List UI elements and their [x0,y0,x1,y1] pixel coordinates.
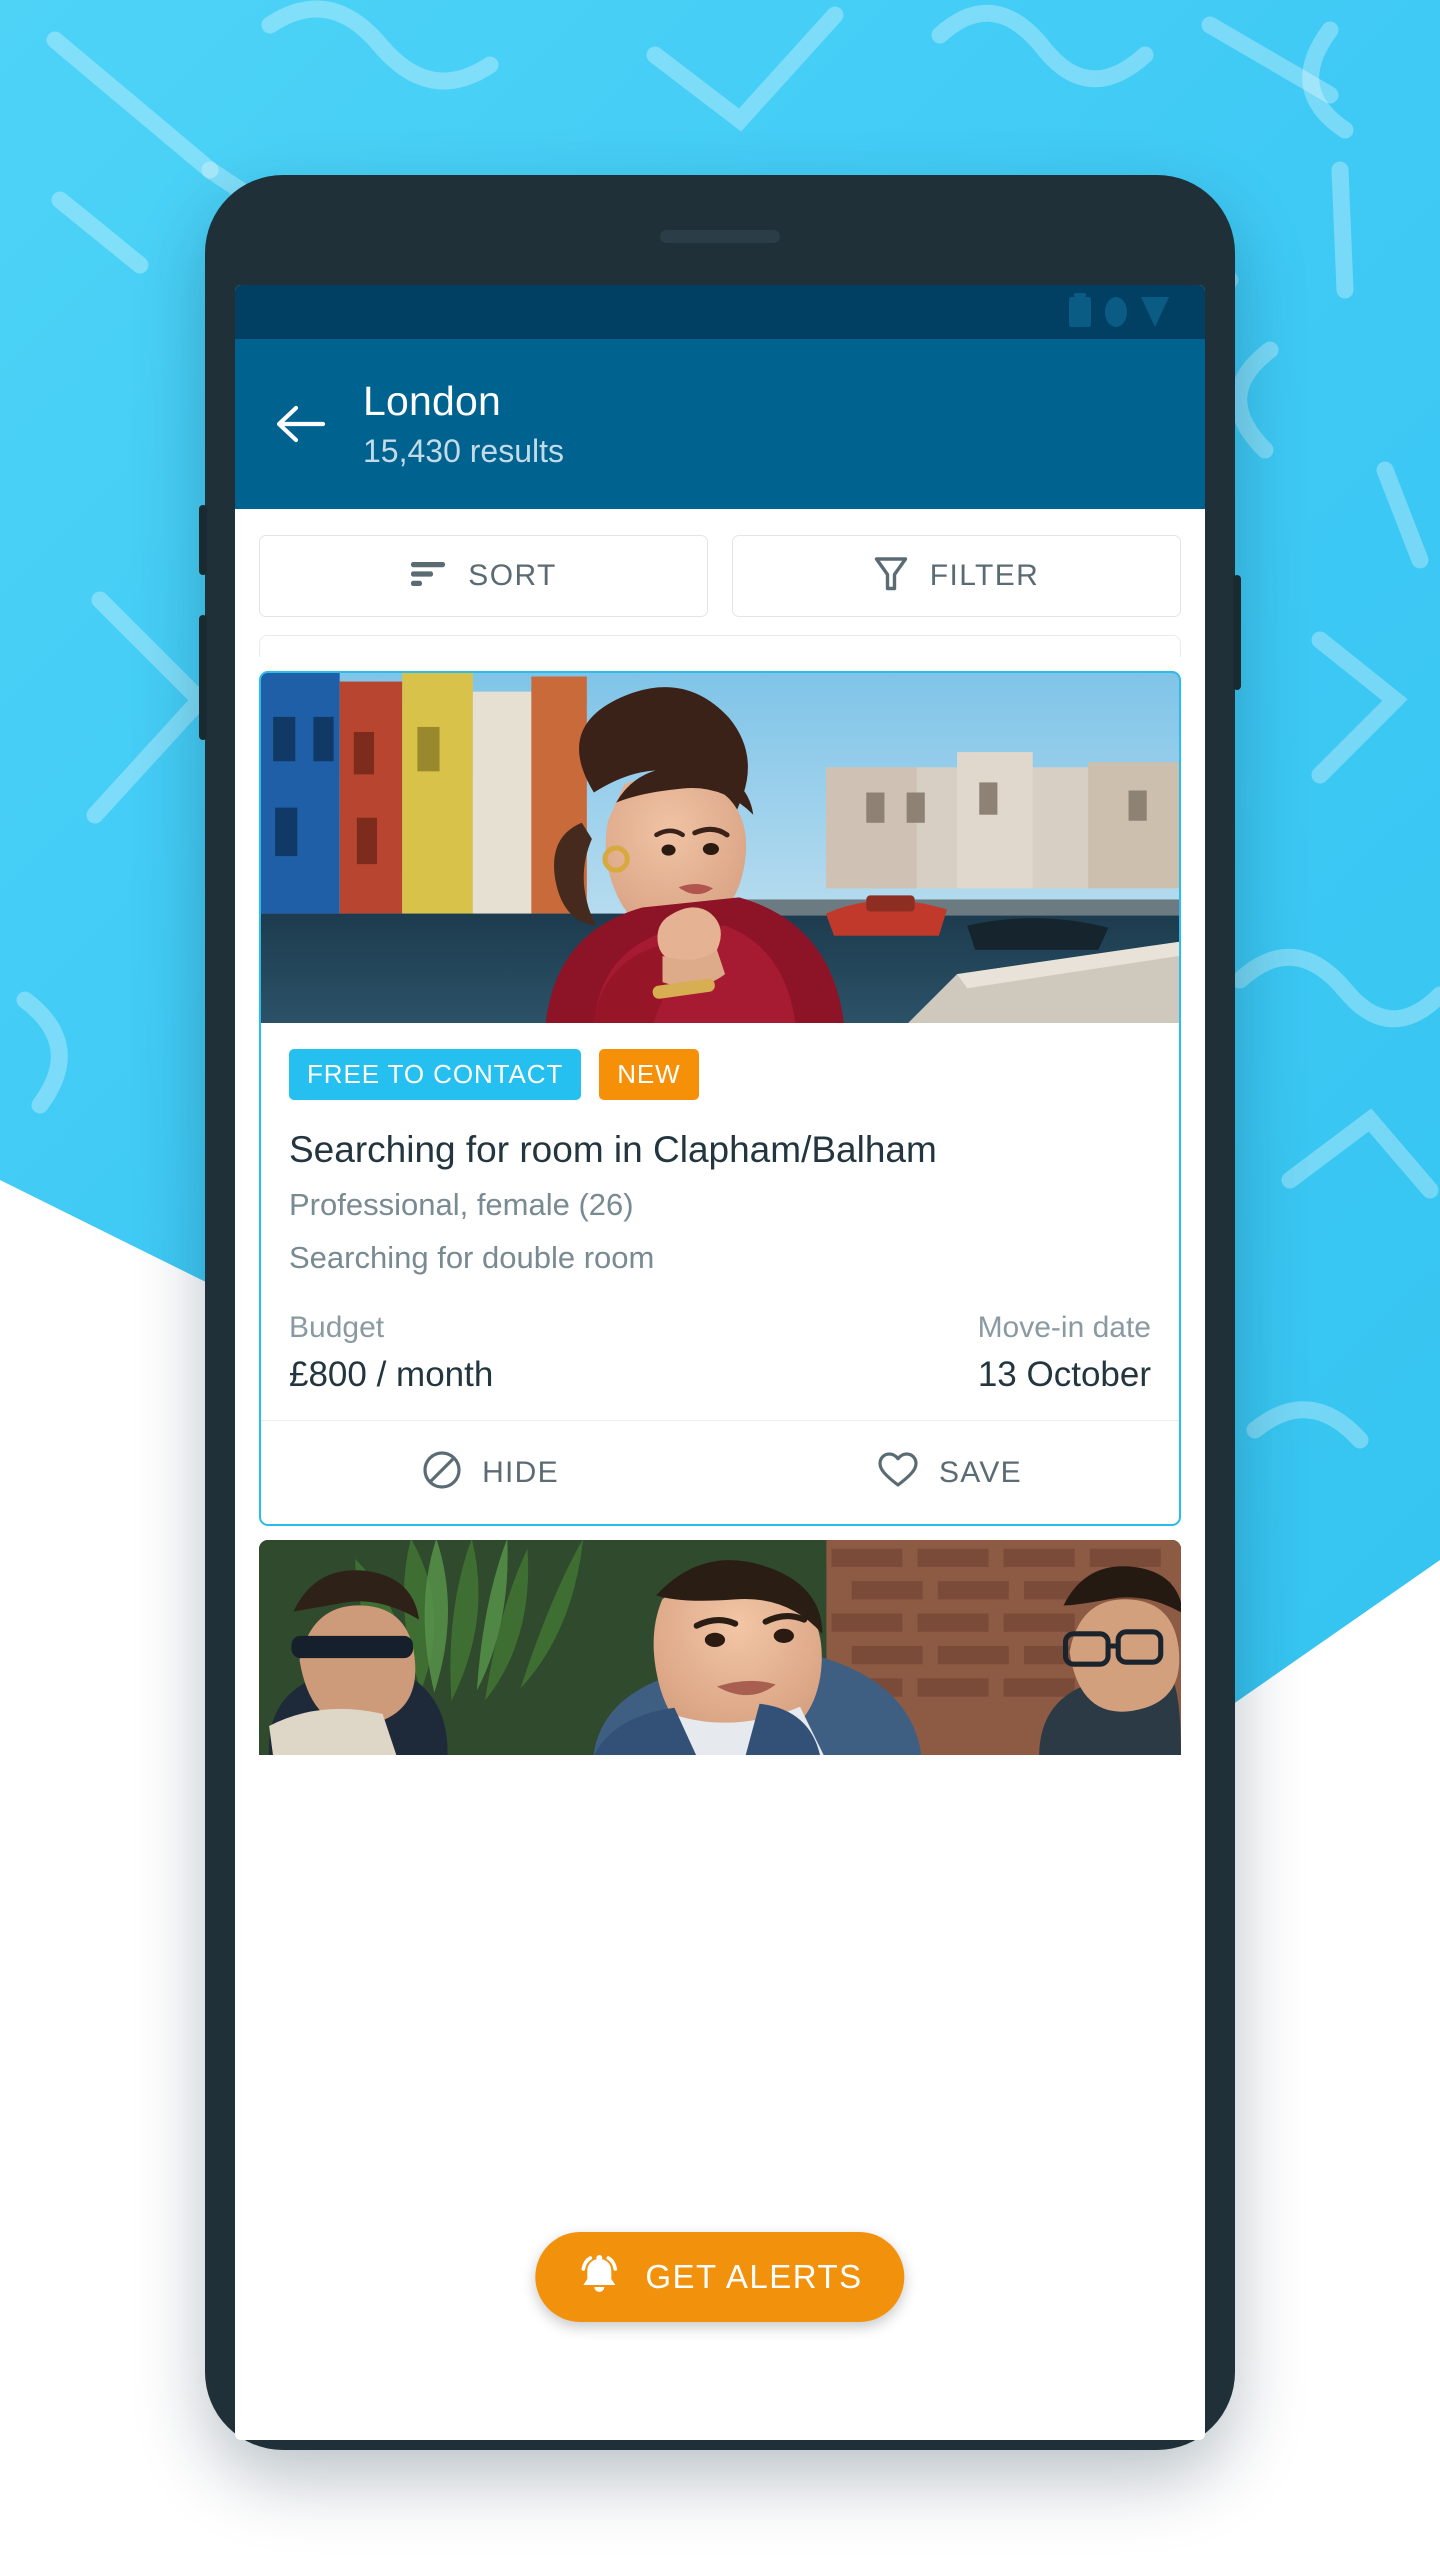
filter-button[interactable]: FILTER [732,535,1181,617]
save-button[interactable]: SAVE [720,1421,1179,1524]
listing-card[interactable]: FREE TO CONTACT NEW Searching for room i… [259,671,1181,1526]
phone-frame: London 15,430 results SORT FILTER FREE T… [199,175,1241,2450]
phone-side-button [199,615,207,740]
sort-button-label: SORT [468,559,557,592]
phone-side-button [199,505,207,575]
fact-budget-label: Budget [289,1311,385,1344]
circle-icon [1105,297,1127,327]
badge-new: NEW [599,1049,699,1100]
fact-budget: Budget £800 / month [289,1309,493,1398]
sort-button[interactable]: SORT [259,535,708,617]
block-circle-icon [422,1450,462,1495]
listing-meta-line-1: Professional, female (26) [289,1187,634,1222]
sort-filter-bar: SORT FILTER [235,509,1205,635]
badge-free-to-contact: FREE TO CONTACT [289,1049,582,1100]
app-bar-texts: London 15,430 results [363,376,564,473]
bell-icon [577,2253,621,2302]
filter-button-label: FILTER [929,559,1040,592]
dropdown-triangle-icon [1141,297,1169,327]
fact-move-in-label: Move-in date [977,1311,1151,1344]
screenshot-stage: London 15,430 results SORT FILTER FREE T… [0,0,1440,2560]
save-button-label: SAVE [938,1455,1022,1489]
hide-button[interactable]: HIDE [261,1421,720,1524]
listing-badges: FREE TO CONTACT NEW [289,1049,1151,1100]
funnel-icon [874,556,908,597]
listing-title: Searching for room in Clapham/Balham [289,1129,937,1170]
previous-card-peek[interactable] [259,635,1181,657]
listing-details: FREE TO CONTACT NEW Searching for room i… [261,1023,1179,1420]
listing-card-actions: HIDE SAVE [261,1420,1179,1524]
status-bar [235,285,1205,339]
sort-lines-icon [410,559,446,594]
app-bar: London 15,430 results [235,339,1205,509]
listing-facts: Budget £800 / month Move-in date 13 Octo… [289,1309,1151,1398]
get-alerts-button[interactable]: GET ALERTS [535,2232,905,2322]
fact-move-in-date: Move-in date 13 October [978,1309,1151,1398]
results-count: 15,430 results [363,432,565,469]
phone-power-button [1233,575,1241,690]
phone-speaker [660,230,780,243]
fact-budget-value: £800 / month [289,1355,494,1394]
results-list[interactable]: FREE TO CONTACT NEW Searching for room i… [235,635,1205,1755]
fact-move-in-value: 13 October [977,1355,1151,1394]
heart-icon [877,1451,919,1494]
get-alerts-label: GET ALERTS [645,2258,863,2295]
listing-meta-line-2: Searching for double room [289,1240,655,1275]
hide-button-label: HIDE [482,1455,559,1489]
page-title: London [363,377,502,424]
back-arrow-icon[interactable] [261,385,339,463]
next-listing-card[interactable] [259,1540,1181,1755]
listing-photo [261,673,1179,1023]
phone-screen: London 15,430 results SORT FILTER FREE T… [235,285,1205,2440]
battery-icon [1069,293,1091,327]
